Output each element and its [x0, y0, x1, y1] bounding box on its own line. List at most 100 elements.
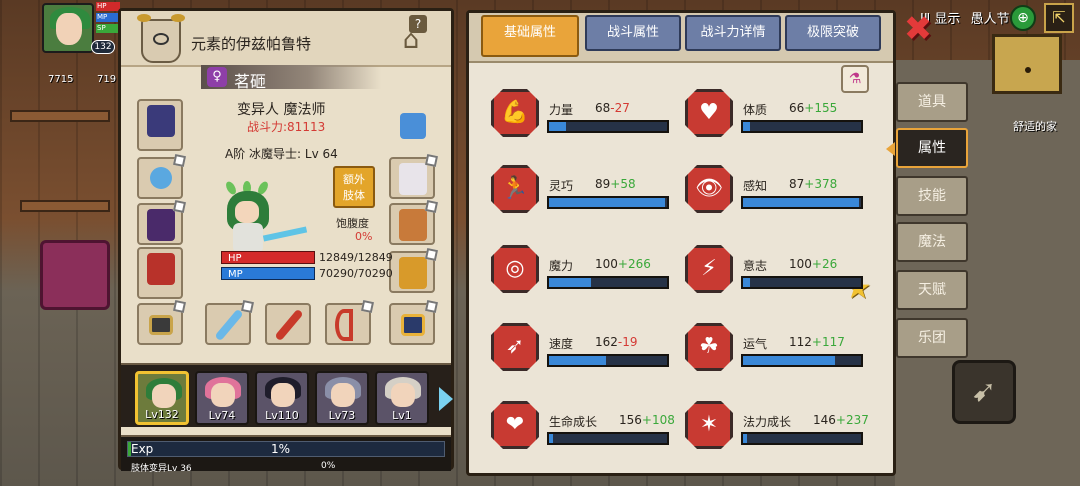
side-tab[interactable]: 属性 — [896, 128, 968, 168]
belt-icon — [399, 209, 427, 241]
party-member-level: Lv132 — [145, 408, 179, 421]
tab-basic-attributes[interactable]: 基础属性 — [481, 15, 579, 57]
equip-slot-gloves[interactable] — [389, 153, 439, 199]
bow-icon — [335, 309, 353, 341]
stat-progress-fill — [549, 122, 566, 131]
stat-value: 100+266 — [595, 257, 651, 271]
stat-label: 灵巧 — [549, 179, 574, 193]
equip-slot-head-accessory[interactable] — [389, 107, 435, 149]
party-member-level: Lv1 — [392, 409, 412, 422]
equip-slot-ranged[interactable] — [325, 299, 375, 345]
hp-bar: HP — [221, 251, 315, 264]
dark-crown-icon — [147, 105, 175, 137]
stat-bonus-value: -27 — [610, 101, 630, 115]
side-tab[interactable]: 乐团 — [896, 318, 968, 358]
exit-icon[interactable]: ⇱ — [1044, 3, 1074, 33]
equip-slot-weapon[interactable] — [205, 299, 255, 345]
hud-sp-bar: SP — [96, 24, 120, 33]
close-icon[interactable]: ✖ — [902, 12, 934, 46]
stat-bonus-value: +117 — [811, 335, 845, 349]
equip-slot-cape[interactable] — [137, 199, 187, 245]
stat-swirl[interactable]: ◎ 魔力 100+266 — [479, 237, 669, 307]
stat-runner[interactable]: 🏃 灵巧 89+58 — [479, 157, 669, 227]
robe-icon — [147, 253, 175, 285]
speed-icon: ➶ — [491, 323, 539, 371]
tab-combat-attributes[interactable]: 战斗属性 — [585, 15, 681, 51]
equip-slot-trinket[interactable] — [389, 299, 439, 345]
bow-skill-slot[interactable]: ➹ — [952, 360, 1016, 424]
stat-progress-bar — [741, 120, 863, 133]
globe-icon[interactable]: ⊕ — [1010, 5, 1036, 31]
muscle-icon: 💪 — [491, 89, 539, 137]
stat-base-value: 68 — [595, 101, 611, 115]
character-rank: A阶 冰魔导士: Lv 64 — [225, 147, 338, 161]
stat-value: 87+378 — [789, 177, 837, 191]
side-tab[interactable]: 道具 — [896, 82, 968, 122]
shelf — [20, 200, 110, 212]
party-member[interactable]: Lv132 — [135, 371, 189, 425]
character-panel: 元素的伊兹帕鲁特 ⌂ ? ♀ 茗砸 变异人 魔法师 战斗力:81113 A阶 冰… — [118, 8, 454, 474]
tab-combat-power-details[interactable]: 战斗力详情 — [685, 15, 781, 51]
help-icon[interactable]: ? — [409, 15, 427, 33]
party-member[interactable]: Lv110 — [255, 371, 309, 425]
side-tab[interactable]: 技能 — [896, 176, 968, 216]
stat-progress-fill — [743, 198, 859, 207]
stat-heart-growth[interactable]: ❤ 生命成长 156+108 — [479, 393, 675, 463]
transform-percent: 0% — [321, 461, 336, 471]
stat-eye[interactable]: 👁 感知 87+378 — [673, 157, 863, 227]
extra-limb-button[interactable]: 额外 肢体 — [333, 166, 375, 208]
stat-progress-bar — [547, 432, 669, 445]
stat-bonus-value: +155 — [804, 101, 838, 115]
minimap[interactable] — [992, 34, 1062, 94]
party-next-arrow-icon[interactable] — [439, 387, 453, 411]
equip-slot-armor[interactable] — [137, 247, 183, 299]
side-tab[interactable]: 天赋 — [896, 270, 968, 310]
equip-slot-offhand[interactable] — [265, 303, 311, 345]
stat-base-value: 100 — [595, 257, 618, 271]
stat-progress-fill — [743, 278, 751, 287]
amulet-icon — [150, 167, 172, 189]
rug — [40, 240, 110, 310]
party-member[interactable]: Lv1 — [375, 371, 429, 425]
party-member-level: Lv110 — [265, 409, 299, 422]
equip-slot-belt[interactable] — [389, 199, 439, 245]
stat-clover[interactable]: ☘ 运气 112+117 — [673, 315, 863, 385]
stat-value: 68-27 — [595, 101, 630, 115]
party-member[interactable]: Lv74 — [195, 371, 249, 425]
stat-bonus-value: -19 — [617, 335, 638, 349]
glove-icon — [399, 163, 427, 195]
trinket-icon — [401, 314, 425, 336]
equip-slot-boots[interactable] — [389, 247, 439, 293]
stat-label: 魔力 — [549, 259, 574, 273]
gem-icon — [400, 113, 426, 139]
runner-icon: 🏃 — [491, 165, 539, 213]
stat-value: 66+155 — [789, 101, 837, 115]
equip-slot-amulet[interactable] — [137, 153, 187, 199]
wardrobe-button[interactable]: ⌂ ? — [389, 15, 433, 61]
party-member-level: Lv73 — [328, 409, 356, 422]
stat-label: 感知 — [743, 179, 768, 193]
player-avatar[interactable] — [42, 3, 94, 53]
stat-progress-fill — [743, 122, 751, 131]
stat-progress-bar — [547, 120, 669, 133]
stat-muscle[interactable]: 💪 力量 68-27 — [479, 81, 669, 151]
side-tab[interactable]: 魔法 — [896, 222, 968, 262]
stat-speed[interactable]: ➶ 速度 162-19 — [479, 315, 669, 385]
stat-head-bolt[interactable]: ⚡ 意志 100+26 — [673, 237, 863, 307]
stat-base-value: 156 — [619, 413, 642, 427]
equip-slot-hat[interactable] — [137, 99, 183, 151]
stat-label: 速度 — [549, 337, 574, 351]
stat-value: 89+58 — [595, 177, 636, 191]
stat-value: 100+26 — [789, 257, 837, 271]
party-member[interactable]: Lv73 — [315, 371, 369, 425]
stat-mana-growth[interactable]: ✶ 法力成长 146+237 — [673, 393, 869, 463]
stat-bonus-value: +108 — [641, 413, 675, 427]
stat-progress-bar — [741, 354, 863, 367]
mana-growth-icon: ✶ — [685, 401, 733, 449]
equip-slot-ring[interactable] — [137, 299, 187, 345]
tab-limit-break[interactable]: 极限突破 — [785, 15, 881, 51]
party-strip: Lv132 Lv74 Lv110 Lv73 Lv1 — [121, 363, 453, 427]
stat-torso[interactable]: ♥ 体质 66+155 — [673, 81, 863, 151]
stat-progress-bar — [741, 276, 863, 289]
side-tab-pointer-icon — [886, 142, 895, 156]
